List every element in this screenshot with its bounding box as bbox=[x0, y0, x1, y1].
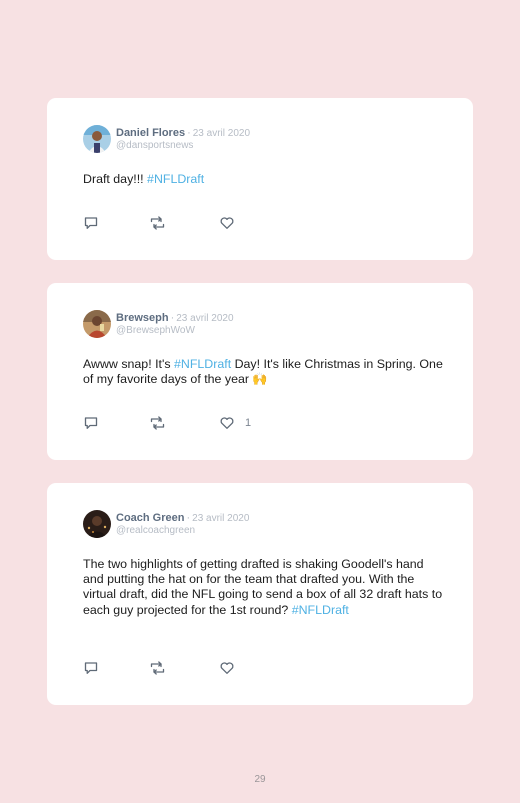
retweet-button[interactable] bbox=[149, 660, 166, 676]
tweet-text-plain: The two highlights of getting drafted is… bbox=[83, 557, 443, 617]
author-handle[interactable]: @BrewsephWoW bbox=[116, 325, 234, 337]
heart-icon bbox=[219, 415, 235, 431]
tweet-date[interactable]: 23 avril 2020 bbox=[193, 128, 250, 139]
reply-button[interactable] bbox=[83, 660, 99, 676]
author-name[interactable]: Brewseph bbox=[116, 312, 169, 324]
retweet-icon bbox=[149, 215, 166, 231]
reply-button[interactable] bbox=[83, 415, 99, 431]
avatar[interactable] bbox=[83, 510, 111, 538]
author-name[interactable]: Daniel Flores bbox=[116, 127, 185, 139]
like-button[interactable]: 1 bbox=[219, 415, 251, 431]
separator: · bbox=[170, 312, 175, 324]
retweet-icon bbox=[149, 660, 166, 676]
avatar[interactable] bbox=[83, 310, 111, 338]
tweet-text: Draft day!!! #NFLDraft bbox=[83, 172, 445, 187]
hashtag-link[interactable]: #NFLDraft bbox=[174, 357, 231, 371]
tweet-card: Daniel Flores · 23 avril 2020 @dansportsne… bbox=[47, 98, 473, 260]
author-info: Brewseph · 23 avril 2020 @BrewsephWoW bbox=[116, 312, 234, 337]
retweet-button[interactable] bbox=[149, 215, 166, 231]
reply-button[interactable] bbox=[83, 215, 99, 231]
tweet-card: Brewseph · 23 avril 2020 @BrewsephWoW Awww… bbox=[47, 283, 473, 460]
separator: · bbox=[186, 512, 191, 524]
tweet-date[interactable]: 23 avril 2020 bbox=[192, 513, 249, 524]
tweet-text-before: Awww snap! It's bbox=[83, 357, 174, 371]
heart-icon bbox=[219, 215, 235, 231]
tweet-text: The two highlights of getting drafted is… bbox=[83, 557, 445, 618]
reply-icon bbox=[83, 415, 99, 431]
author-handle[interactable]: @dansportsnews bbox=[116, 140, 250, 152]
separator: · bbox=[187, 127, 191, 139]
reply-icon bbox=[83, 660, 99, 676]
reply-icon bbox=[83, 215, 99, 231]
heart-icon bbox=[219, 660, 235, 676]
like-button[interactable] bbox=[219, 215, 245, 231]
retweet-icon bbox=[149, 415, 166, 431]
page-number: 29 bbox=[254, 774, 266, 785]
author-info: Coach Green · 23 avril 2020 @realcoachgree… bbox=[116, 512, 249, 537]
tweet-date[interactable]: 23 avril 2020 bbox=[176, 313, 233, 324]
like-count: 1 bbox=[245, 417, 252, 429]
author-name[interactable]: Coach Green bbox=[116, 512, 184, 524]
tweet-text-plain: Draft day!!! bbox=[83, 172, 148, 186]
hashtag-link[interactable]: #NFLDraft bbox=[292, 603, 349, 617]
author-handle[interactable]: @realcoachgreen bbox=[116, 525, 249, 537]
avatar[interactable] bbox=[83, 125, 111, 153]
author-info: Daniel Flores · 23 avril 2020 @dansportsne… bbox=[116, 127, 250, 152]
retweet-button[interactable] bbox=[149, 415, 166, 431]
tweet-text: Awww snap! It's #NFLDraft Day! It's like… bbox=[83, 357, 445, 387]
tweet-card: Coach Green · 23 avril 2020 @realcoachgree… bbox=[47, 483, 473, 705]
hashtag-link[interactable]: #NFLDraft bbox=[147, 172, 204, 186]
like-button[interactable] bbox=[219, 660, 245, 676]
